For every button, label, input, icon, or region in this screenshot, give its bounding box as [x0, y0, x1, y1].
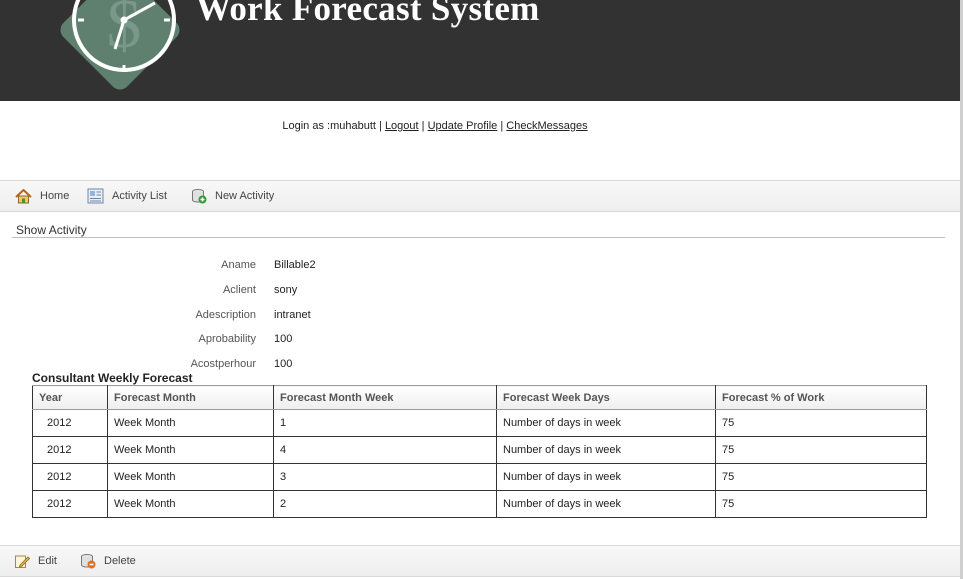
- acostperhour-label: Acostperhour: [190, 358, 256, 370]
- home-icon: [15, 188, 32, 203]
- separator: |: [379, 120, 382, 132]
- logout-link[interactable]: Logout: [385, 120, 419, 132]
- page: $ Work Forecast System Login as :muhabut…: [0, 0, 960, 579]
- cell-forecast-month-week: 2: [273, 490, 497, 518]
- aclient-value: sony: [274, 284, 298, 296]
- app-title: Work Forecast System: [196, 0, 540, 28]
- cell-forecast-week-days: Number of days in week: [496, 409, 716, 437]
- forecast-table-title: Consultant Weekly Forecast: [32, 371, 193, 385]
- table-row: 2012 Week Month 1 Number of days in week…: [32, 409, 927, 437]
- column-header-forecast-month[interactable]: Forecast Month: [107, 385, 274, 410]
- update-profile-link[interactable]: Update Profile: [428, 120, 498, 132]
- table-row: 2012 Week Month 3 Number of days in week…: [32, 463, 927, 491]
- aname-value: Billable2: [274, 259, 316, 271]
- edit-label: Edit: [38, 555, 57, 567]
- adescription-label: Adescription: [195, 309, 256, 321]
- activity-list-button[interactable]: Activity List: [87, 181, 167, 211]
- cell-forecast-month-week: 4: [273, 436, 497, 464]
- delete-button[interactable]: Delete: [80, 546, 136, 576]
- cell-forecast-week-days: Number of days in week: [496, 463, 716, 491]
- cell-year: 2012: [32, 490, 108, 518]
- table-row: 2012 Week Month 2 Number of days in week…: [32, 490, 927, 518]
- new-activity-label: New Activity: [215, 190, 275, 202]
- cell-forecast-month-week: 3: [273, 463, 497, 491]
- user-login-bar: Login as :muhabutt | Logout | Update Pro…: [0, 120, 870, 132]
- aname-label: Aname: [221, 259, 256, 271]
- cell-forecast-month-week: 1: [273, 409, 497, 437]
- cell-forecast-percent: 75: [715, 490, 927, 518]
- site-header: $ Work Forecast System: [0, 0, 960, 101]
- edit-pencil-icon: [15, 555, 30, 568]
- adescription-value: intranet: [274, 309, 311, 321]
- column-header-forecast-week-days[interactable]: Forecast Week Days: [496, 385, 716, 410]
- cell-forecast-month: Week Month: [107, 490, 274, 518]
- cell-forecast-percent: 75: [715, 463, 927, 491]
- table-header-row: Year Forecast Month Forecast Month Week …: [32, 385, 927, 410]
- divider: [12, 237, 945, 238]
- cell-forecast-week-days: Number of days in week: [496, 490, 716, 518]
- cell-forecast-week-days: Number of days in week: [496, 436, 716, 464]
- cell-year: 2012: [32, 409, 108, 437]
- delete-database-icon: [81, 554, 96, 569]
- aprobability-value: 100: [274, 333, 293, 345]
- cell-year: 2012: [32, 436, 108, 464]
- edit-button[interactable]: Edit: [14, 546, 57, 576]
- forecast-table: Year Forecast Month Forecast Month Week …: [32, 385, 927, 518]
- action-toolbar: Edit Delete: [0, 545, 960, 577]
- cell-forecast-month: Week Month: [107, 409, 274, 437]
- column-header-year[interactable]: Year: [32, 385, 108, 410]
- cell-forecast-month: Week Month: [107, 436, 274, 464]
- aprobability-label: Aprobability: [198, 333, 256, 345]
- cell-year: 2012: [32, 463, 108, 491]
- aclient-label: Aclient: [222, 284, 256, 296]
- page-title: Show Activity: [16, 223, 87, 237]
- separator: |: [500, 120, 504, 132]
- column-header-forecast-month-week[interactable]: Forecast Month Week: [273, 385, 497, 410]
- delete-label: Delete: [104, 555, 136, 567]
- home-button[interactable]: Home: [15, 181, 69, 211]
- separator: |: [421, 120, 425, 132]
- home-label: Home: [40, 190, 70, 202]
- cell-forecast-percent: 75: [715, 409, 927, 437]
- new-database-icon: [192, 189, 207, 204]
- cell-forecast-percent: 75: [715, 436, 927, 464]
- column-header-forecast-percent-work[interactable]: Forecast % of Work: [715, 385, 927, 410]
- activity-list-label: Activity List: [112, 190, 168, 202]
- navigation-toolbar: Home Activity List New Activity: [0, 180, 960, 212]
- login-as-text: Login as :muhabutt: [282, 120, 376, 132]
- check-messages-link[interactable]: CheckMessages: [506, 120, 587, 132]
- svg-text:$: $: [107, 0, 142, 63]
- acostperhour-value: 100: [274, 358, 293, 370]
- list-icon: [87, 188, 104, 204]
- table-row: 2012 Week Month 4 Number of days in week…: [32, 436, 927, 464]
- clock-dollar-logo-icon: $: [60, 0, 180, 90]
- cell-forecast-month: Week Month: [107, 463, 274, 491]
- new-activity-button[interactable]: New Activity: [191, 181, 274, 211]
